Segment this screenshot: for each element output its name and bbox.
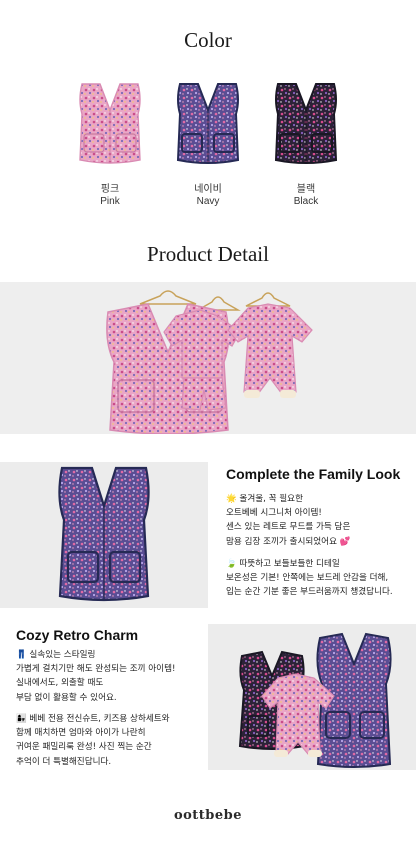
flatlay-family-photo xyxy=(208,624,416,770)
family-look-title: Complete the Family Look xyxy=(226,466,401,482)
family-look-line: 🍃 따뜻하고 보들보들한 디테일 xyxy=(226,559,340,569)
retro-charm-line: 귀여운 패밀리룩 완성! 사진 찍는 순간 xyxy=(16,742,152,753)
swatch-english-navy: Navy xyxy=(196,196,220,207)
retro-charm-line: 함께 매치하면 엄마와 아이가 나란히 xyxy=(16,728,146,739)
retro-charm-title: Cozy Retro Charm xyxy=(16,627,139,643)
swatch-label-black: 블랙 Black xyxy=(264,184,348,208)
swatch-english-black: Black xyxy=(293,196,319,207)
retro-charm-line: 부담 없이 활용할 수 있어요. xyxy=(16,692,117,703)
retro-charm-line: 👩‍👧 베베 전용 전신슈트, 키즈용 상하세트와 xyxy=(16,714,170,724)
retro-charm-line: 추억이 더 특별해진답니다. xyxy=(16,756,112,767)
swatch-korean-pink: 핑크 xyxy=(100,184,120,195)
brand-logo-text: oottbebe xyxy=(173,808,243,823)
navy-vest-image xyxy=(176,83,240,164)
family-look-paragraph-2: 🍃 따뜻하고 보들보들한 디테일 보온성은 기본! 안쪽에는 보드레 안감을 더… xyxy=(226,557,393,600)
product-detail-heading: Product Detail xyxy=(147,242,269,266)
swatch-korean-black: 블랙 xyxy=(296,184,316,195)
black-vest-image xyxy=(274,83,338,164)
retro-charm-line: 👖 실속있는 스타일링 xyxy=(16,650,96,660)
family-look-line: 보온성은 기본! 안쪽에는 보드레 안감을 더해, xyxy=(226,573,389,584)
navy-vest-photo xyxy=(0,462,208,608)
retro-charm-line: 가볍게 걸치기만 해도 완성되는 조끼 아이템! xyxy=(16,664,176,675)
family-set-photo xyxy=(0,282,416,434)
swatch-english-pink: Pink xyxy=(100,196,120,207)
swatch-label-pink: 핑크 Pink xyxy=(68,184,152,208)
family-look-line: 맘용 김장 조끼가 출시되었어요 💕 xyxy=(226,536,351,547)
retro-charm-paragraph-2: 👩‍👧 베베 전용 전신슈트, 키즈용 상하세트와 함께 매치하면 엄마와 아이… xyxy=(16,712,170,769)
family-look-line: 센스 있는 레트로 무드를 가득 담은 xyxy=(226,522,351,533)
retro-charm-line: 실내에서도, 외출할 때도 xyxy=(16,678,104,689)
retro-charm-paragraph-1: 👖 실속있는 스타일링 가볍게 걸치기만 해도 완성되는 조끼 아이템! 실내에… xyxy=(16,648,175,705)
color-heading: Color xyxy=(184,28,232,52)
pink-vest-image xyxy=(79,83,141,164)
family-look-paragraph-1: 🌟 올겨울, 꼭 필요한 오트베베 시그니처 아이템! 센스 있는 레트로 무드… xyxy=(226,492,350,549)
family-look-line: 입는 순간 기분 좋은 부드러움까지 챙겼답니다. xyxy=(226,587,393,598)
family-look-line: 오트베베 시그니처 아이템! xyxy=(226,508,322,519)
swatch-label-navy: 네이비 Navy xyxy=(166,184,250,208)
swatch-korean-navy: 네이비 xyxy=(194,184,222,195)
family-look-line: 🌟 올겨울, 꼭 필요한 xyxy=(226,494,303,504)
